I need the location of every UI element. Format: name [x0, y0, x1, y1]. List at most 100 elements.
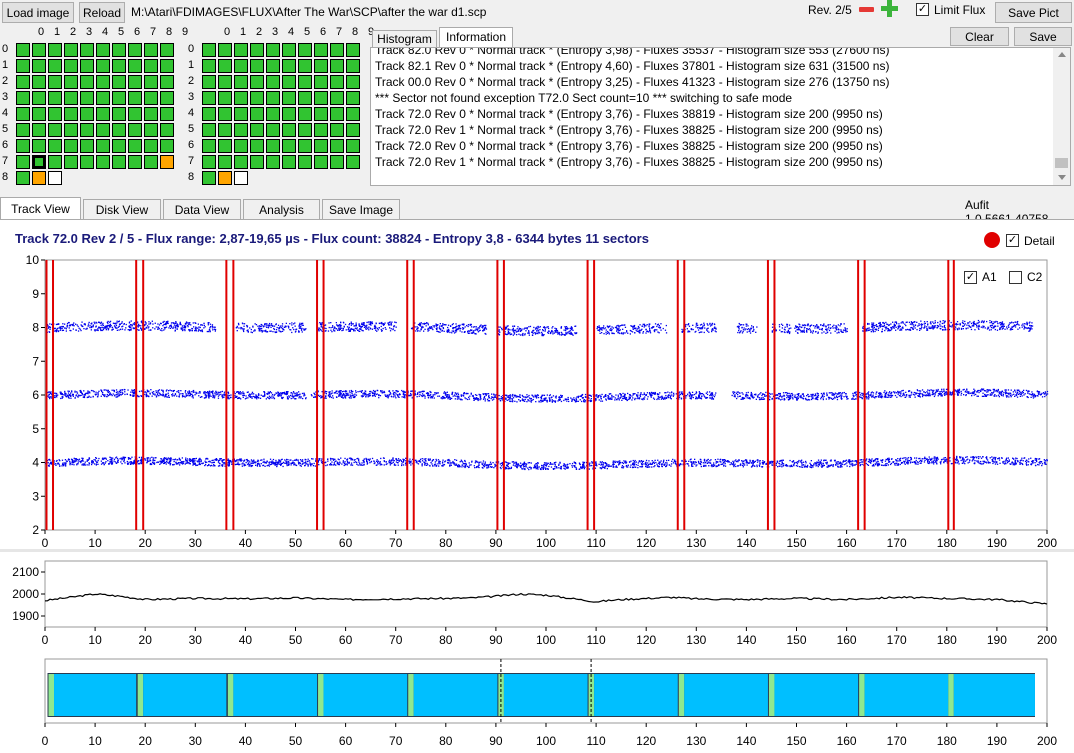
tab-disk-view[interactable]: Disk View	[83, 199, 161, 219]
reload-button[interactable]: Reload	[79, 2, 125, 23]
track-cell[interactable]	[48, 155, 62, 169]
track-cell[interactable]	[80, 123, 94, 137]
track-cell[interactable]	[234, 59, 248, 73]
track-cell[interactable]	[48, 107, 62, 121]
track-cell[interactable]	[144, 43, 158, 57]
track-cell[interactable]	[48, 43, 62, 57]
track-cell[interactable]	[298, 123, 312, 137]
track-cell[interactable]	[314, 59, 328, 73]
track-cell[interactable]	[64, 155, 78, 169]
track-cell[interactable]	[330, 75, 344, 89]
track-cell[interactable]	[266, 107, 280, 121]
track-cell[interactable]	[346, 107, 360, 121]
track-cell[interactable]	[202, 171, 216, 185]
track-cell[interactable]	[32, 43, 46, 57]
track-cell[interactable]	[112, 123, 126, 137]
track-cell[interactable]	[64, 59, 78, 73]
track-cell[interactable]	[266, 155, 280, 169]
track-cell[interactable]	[202, 59, 216, 73]
track-cell[interactable]	[32, 59, 46, 73]
track-cell[interactable]	[64, 91, 78, 105]
track-cell[interactable]	[112, 59, 126, 73]
track-cell[interactable]	[96, 43, 110, 57]
tab-save-image[interactable]: Save Image	[322, 199, 400, 219]
track-cell[interactable]	[32, 171, 46, 185]
track-cell[interactable]	[160, 107, 174, 121]
track-cell[interactable]	[330, 155, 344, 169]
save-pict-button[interactable]: Save Pict	[995, 2, 1072, 23]
track-cell[interactable]	[48, 59, 62, 73]
track-cell[interactable]	[250, 123, 264, 137]
track-cell[interactable]	[80, 75, 94, 89]
track-cell[interactable]	[128, 75, 142, 89]
track-cell[interactable]	[16, 139, 30, 153]
track-cell[interactable]	[218, 155, 232, 169]
track-cell[interactable]	[64, 107, 78, 121]
track-cell[interactable]	[160, 59, 174, 73]
tab-analysis[interactable]: Analysis	[243, 199, 320, 219]
track-cell[interactable]	[96, 91, 110, 105]
track-cell[interactable]	[282, 155, 296, 169]
track-cell[interactable]	[160, 155, 174, 169]
track-cell[interactable]	[96, 107, 110, 121]
track-cell[interactable]	[266, 139, 280, 153]
track-cell[interactable]	[218, 171, 232, 185]
track-cell[interactable]	[112, 139, 126, 153]
track-cell[interactable]	[202, 75, 216, 89]
track-cell[interactable]	[330, 139, 344, 153]
track-cell[interactable]	[298, 43, 312, 57]
track-cell[interactable]	[16, 75, 30, 89]
track-cell[interactable]	[48, 139, 62, 153]
track-cell[interactable]	[298, 91, 312, 105]
track-cell[interactable]	[16, 43, 30, 57]
track-cell[interactable]	[32, 139, 46, 153]
clear-button[interactable]: Clear	[950, 27, 1009, 46]
track-cell[interactable]	[330, 123, 344, 137]
track-cell[interactable]	[218, 59, 232, 73]
track-cell[interactable]	[64, 75, 78, 89]
tab-histogram[interactable]: Histogram	[372, 30, 437, 48]
track-cell[interactable]	[250, 139, 264, 153]
track-cell[interactable]	[32, 107, 46, 121]
track-cell[interactable]	[346, 123, 360, 137]
track-cell[interactable]	[330, 91, 344, 105]
track-cell[interactable]	[218, 91, 232, 105]
track-cell[interactable]	[112, 75, 126, 89]
track-cell[interactable]	[250, 43, 264, 57]
track-cell[interactable]	[96, 155, 110, 169]
track-cell[interactable]	[202, 107, 216, 121]
tab-information[interactable]: Information	[439, 27, 513, 48]
track-cell[interactable]	[16, 91, 30, 105]
track-cell[interactable]	[160, 91, 174, 105]
track-cell[interactable]	[346, 155, 360, 169]
track-cell[interactable]	[144, 59, 158, 73]
track-cell[interactable]	[112, 43, 126, 57]
track-cell[interactable]	[346, 139, 360, 153]
track-cell[interactable]	[266, 43, 280, 57]
minus-icon[interactable]	[859, 7, 874, 12]
track-cell[interactable]	[80, 107, 94, 121]
track-cell[interactable]	[64, 139, 78, 153]
track-cell[interactable]	[96, 75, 110, 89]
track-cell[interactable]	[48, 171, 62, 185]
track-cell[interactable]	[96, 139, 110, 153]
track-cell[interactable]	[80, 43, 94, 57]
track-cell[interactable]	[298, 59, 312, 73]
track-cell[interactable]	[282, 59, 296, 73]
track-cell[interactable]	[234, 107, 248, 121]
track-cell[interactable]	[128, 43, 142, 57]
track-cell[interactable]	[314, 75, 328, 89]
track-cell[interactable]	[234, 155, 248, 169]
track-cell[interactable]	[298, 155, 312, 169]
save-button[interactable]: Save	[1014, 27, 1072, 46]
track-cell[interactable]	[144, 75, 158, 89]
track-cell[interactable]	[48, 91, 62, 105]
track-cell[interactable]	[144, 123, 158, 137]
track-cell[interactable]	[234, 123, 248, 137]
track-cell[interactable]	[330, 59, 344, 73]
track-cell[interactable]	[218, 43, 232, 57]
track-cell[interactable]	[32, 123, 46, 137]
track-cell[interactable]	[314, 107, 328, 121]
track-cell[interactable]	[218, 107, 232, 121]
plus-icon[interactable]	[881, 0, 898, 17]
